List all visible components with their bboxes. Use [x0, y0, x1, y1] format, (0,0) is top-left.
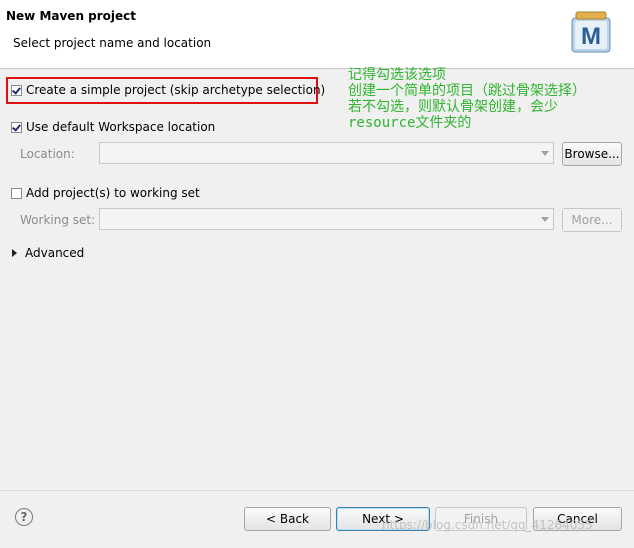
location-combo[interactable] [99, 142, 554, 164]
simple-project-label: Create a simple project (skip archetype … [26, 83, 326, 97]
watermark-text: https://blog.csdn.net/qq_41264055 [382, 518, 593, 532]
maven-logo-icon: M [571, 11, 611, 53]
help-icon[interactable]: ? [15, 508, 33, 526]
annotation-line-1: 记得勾选该选项 [348, 67, 446, 83]
simple-project-checkbox[interactable] [11, 84, 22, 96]
working-set-checkbox-label: Add project(s) to working set [26, 186, 200, 200]
working-set-combo[interactable] [99, 208, 554, 230]
simple-project-checkbox-row[interactable]: Create a simple project (skip archetype … [11, 83, 325, 97]
browse-button[interactable]: Browse... [562, 142, 622, 166]
footer-divider [0, 490, 634, 491]
annotation-line-3: 若不勾选，则默认骨架创建，会少 [348, 99, 558, 115]
default-workspace-checkbox[interactable] [11, 121, 22, 133]
advanced-label: Advanced [25, 246, 85, 260]
working-set-checkbox[interactable] [11, 187, 22, 199]
working-set-checkbox-row[interactable]: Add project(s) to working set [11, 186, 200, 200]
chevron-down-icon [541, 151, 549, 156]
wizard-subtitle: Select project name and location [13, 36, 212, 50]
chevron-right-icon [12, 249, 17, 257]
annotation-note: 记得勾选该选项 创建一个简单的项目（跳过骨架选择） 若不勾选，则默认骨架创建，会… [348, 67, 586, 131]
working-set-label: Working set: [20, 213, 96, 227]
chevron-down-icon [541, 217, 549, 222]
default-workspace-checkbox-row[interactable]: Use default Workspace location [11, 120, 215, 134]
advanced-section-toggle[interactable]: Advanced [12, 246, 84, 260]
more-button[interactable]: More... [562, 208, 622, 232]
wizard-title: New Maven project [6, 9, 137, 23]
back-button[interactable]: < Back [244, 507, 331, 531]
svg-text:M: M [581, 23, 601, 50]
annotation-line-4: resource文件夹的 [348, 115, 472, 131]
wizard-header: New Maven project Select project name an… [0, 0, 634, 69]
annotation-line-2: 创建一个简单的项目（跳过骨架选择） [348, 83, 586, 99]
location-label: Location: [20, 147, 75, 161]
default-workspace-label: Use default Workspace location [26, 120, 216, 134]
